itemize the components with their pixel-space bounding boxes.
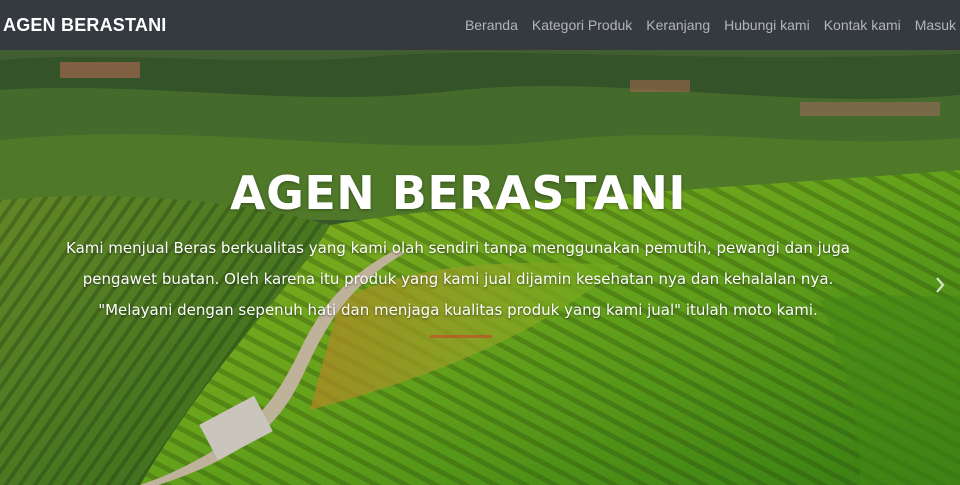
carousel-next-button[interactable] — [920, 260, 960, 310]
chevron-right-icon — [936, 277, 945, 293]
hero-carousel: AGEN BERASTANI Kami menjual Beras berkua… — [0, 50, 960, 485]
hero-description: Kami menjual Beras berkualitas yang kami… — [40, 233, 876, 326]
hero-title: AGEN BERASTANI — [230, 166, 686, 220]
nav-link-kategori-produk[interactable]: Kategori Produk — [532, 17, 632, 33]
nav-links: Beranda Kategori Produk Keranjang Hubung… — [451, 17, 956, 33]
carousel-indicator[interactable] — [430, 335, 492, 338]
navbar-brand[interactable]: AGEN BERASTANI — [3, 15, 166, 36]
navbar: AGEN BERASTANI Beranda Kategori Produk K… — [0, 0, 960, 50]
nav-link-beranda[interactable]: Beranda — [465, 17, 518, 33]
nav-link-hubungi-kami[interactable]: Hubungi kami — [724, 17, 810, 33]
nav-link-masuk[interactable]: Masuk — [915, 17, 956, 33]
hero-description-line: "Melayani dengan sepenuh hati dan menjag… — [98, 301, 818, 319]
nav-link-keranjang[interactable]: Keranjang — [646, 17, 710, 33]
hero-description-line: pengawet buatan. Oleh karena itu produk … — [82, 270, 834, 288]
nav-link-kontak-kami[interactable]: Kontak kami — [824, 17, 901, 33]
hero-description-line: Kami menjual Beras berkualitas yang kami… — [66, 239, 850, 257]
